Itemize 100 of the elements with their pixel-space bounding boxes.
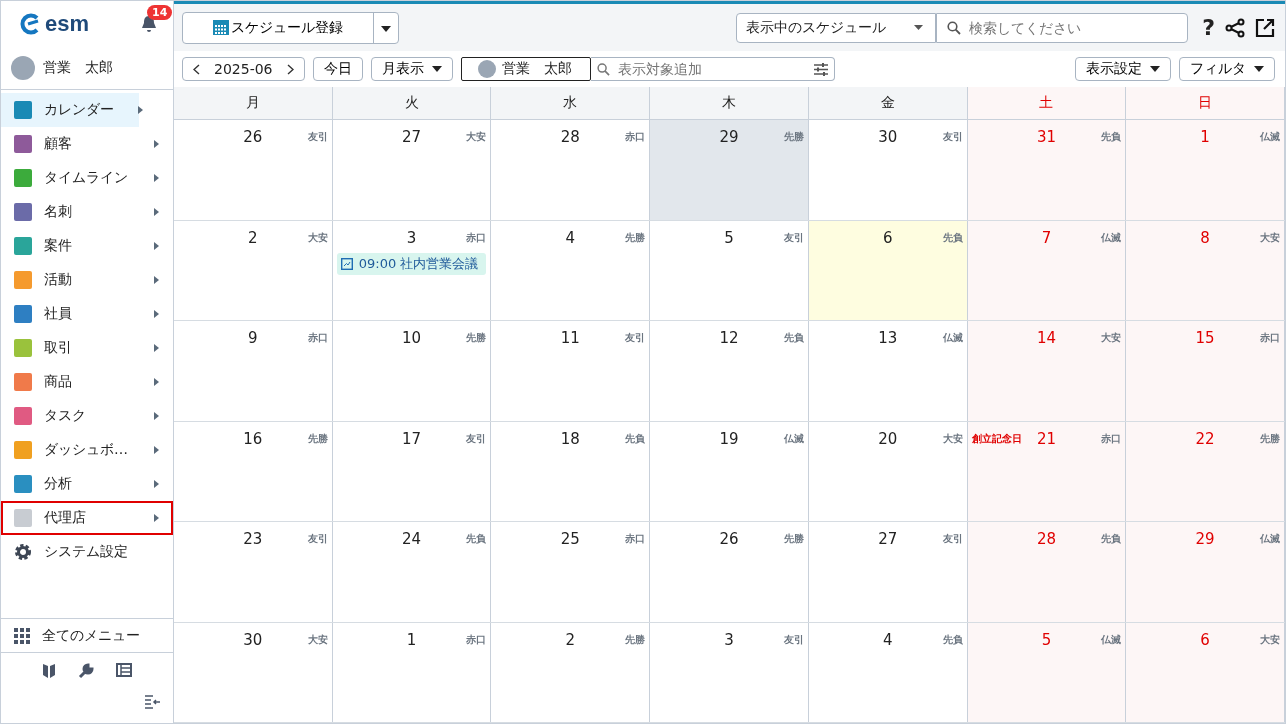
menu-item[interactable]: 分析 [1,467,173,501]
day-number: 28 [1036,530,1056,548]
filter-button[interactable]: フィルタ [1179,57,1275,81]
day-number: 15 [1195,329,1215,347]
weekday-header: 金 [808,87,968,119]
menu-icon [14,169,32,187]
day-number: 4 [565,228,576,247]
next-icon[interactable] [286,63,294,75]
day-number: 13 [878,329,898,347]
day-number: 12 [719,329,739,347]
menu-item[interactable]: 顧客 [1,127,173,161]
wrench-icon[interactable] [78,663,94,679]
rokuyo-label: 先勝 [307,431,328,446]
menu-item[interactable]: システム設定 [1,535,173,569]
menu-item[interactable]: 取引 [1,331,173,365]
target-search-field[interactable]: 表示対象追加 [615,60,808,78]
menu-item[interactable]: タイムライン [1,161,173,195]
share-icon[interactable] [1225,17,1245,38]
menu-item[interactable]: 代理店 [1,501,173,535]
month-switcher[interactable]: 2025-06 [182,57,305,81]
chevron-icon [154,446,159,454]
rokuyo-label: 大安 [466,130,487,144]
caret-icon [914,25,924,30]
chevron-icon [138,106,143,114]
menu-item[interactable]: 案件 [1,229,173,263]
collapse-icon[interactable] [145,695,161,709]
day-cell[interactable]: 15 赤口 [1126,321,1285,421]
menu-icon [14,339,32,357]
day-number: 29 [1195,530,1215,548]
day-number: 6 [882,228,893,247]
day-cell[interactable]: 22 先勝 [1126,421,1285,521]
menu-icon [14,407,32,425]
view-select-button[interactable]: 月表示 [370,57,453,81]
rokuyo-label: 友引 [783,632,804,647]
day-cell[interactable]: 6 大安 [1126,622,1285,722]
menu-item[interactable]: 活動 [1,263,173,297]
day-cell[interactable]: 29 先勝 [650,120,809,220]
grid-icon [14,627,30,644]
day-cell[interactable]: 31 先負 [967,120,1127,220]
rokuyo-label: 友引 [466,431,487,446]
avatar [11,56,35,80]
help-button[interactable]: ? [1202,15,1215,40]
user-chip[interactable]: 営業 太郎 [460,57,591,81]
day-cell[interactable]: 6 先負 [808,220,968,320]
menu-item[interactable]: タスク [1,399,173,433]
menu-icon [14,373,32,391]
settings-icon [14,543,32,561]
open-external-icon[interactable] [1255,17,1275,38]
rokuyo-label: 先勝 [783,532,804,546]
bell-icon[interactable] [141,15,157,33]
today-button[interactable]: 今日 [312,57,363,81]
day-cell[interactable]: 14 大安 [967,321,1127,421]
rokuyo-label: 赤口 [1101,431,1122,446]
day-cell[interactable]: 29 仏滅 [1126,522,1285,622]
rokuyo-label: 仏滅 [1101,632,1122,647]
rokuyo-label: 仏滅 [1260,532,1280,546]
schedule-scope-select[interactable]: 表示中のスケジュール [736,12,937,43]
day-number: 9 [248,329,258,347]
day-cell[interactable]: 5 仏滅 [967,622,1127,722]
rokuyo-label: 友引 [307,130,328,144]
caret-icon [1254,66,1264,72]
menu-item[interactable]: 商品 [1,365,173,399]
shield-icon[interactable] [42,663,56,679]
rokuyo-label: 赤口 [625,532,646,546]
menu-item[interactable]: ダッシュボ… [1,433,173,467]
day-cell[interactable]: 創立記念日 21 赤口 [967,421,1127,521]
previous-icon[interactable] [193,63,200,75]
rokuyo-label: 友引 [625,331,646,345]
day-number: 10 [402,329,422,347]
all-menu-item[interactable]: 全てのメニュー [1,619,173,653]
menu-item[interactable]: 社員 [1,297,173,331]
target-search-box[interactable]: 表示対象追加 [590,57,835,81]
day-number: 14 [1036,329,1056,347]
chevron-icon [154,174,159,182]
day-cell[interactable]: 1 仏滅 [1126,120,1285,220]
day-number: 7 [1041,228,1052,247]
calendar-event[interactable]: 09:00 社内営業会議 [336,252,487,275]
day-cell[interactable]: 8 大安 [1126,220,1285,320]
weekday-header: 日 [1126,87,1285,119]
rokuyo-label: 先負 [466,532,487,546]
weekday-header: 木 [650,87,809,119]
day-cell[interactable]: 28 先負 [967,522,1127,622]
notification-count: 14 [147,5,173,20]
day-number: 2 [565,630,576,649]
search-box[interactable]: 検索してください [936,12,1189,43]
day-number: 1 [406,630,417,649]
day-number: 22 [1195,429,1215,448]
rokuyo-label: 友引 [783,230,804,245]
menu-item[interactable]: 名刺 [1,195,173,229]
rokuyo-label: 先勝 [466,331,487,345]
rokuyo-label: 先勝 [625,230,646,245]
display-settings-button[interactable]: 表示設定 [1075,57,1171,81]
day-number: 26 [243,128,263,146]
menu-icon [14,305,32,323]
calendar-icon [213,20,229,35]
sliders-icon[interactable] [813,62,828,76]
day-cell[interactable]: 7 仏滅 [967,220,1127,320]
rokuyo-label: 赤口 [307,331,328,345]
table-icon[interactable] [116,663,132,677]
search-field[interactable]: 検索してください [967,18,1178,37]
